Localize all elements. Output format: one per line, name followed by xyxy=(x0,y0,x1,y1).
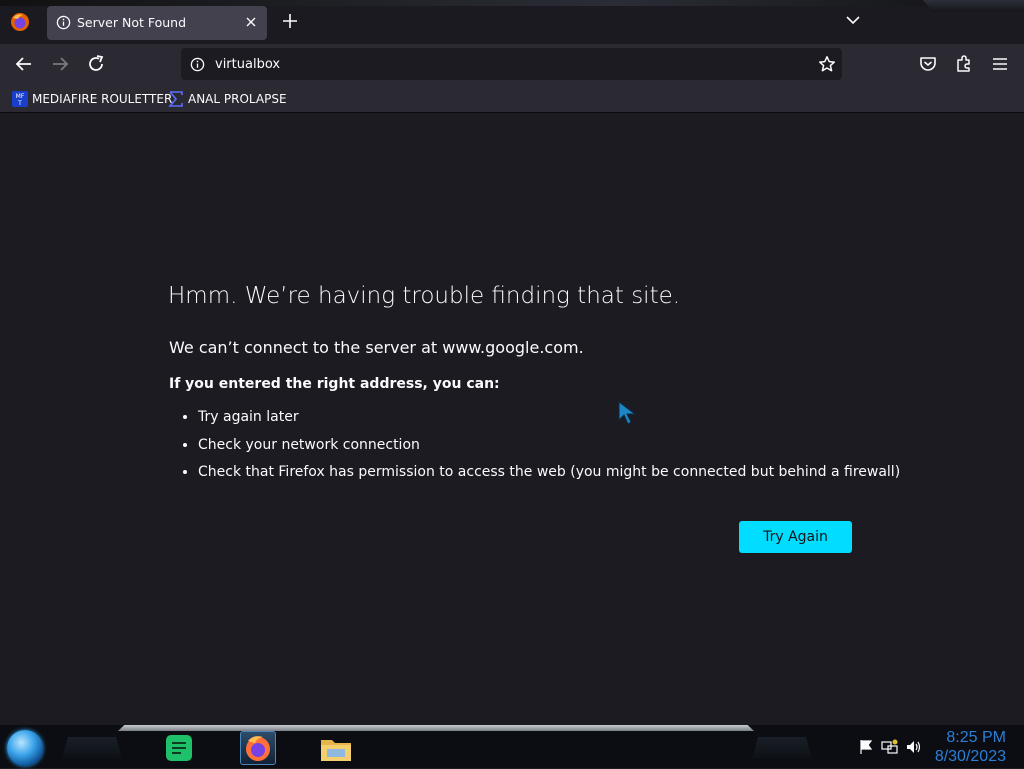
back-arrow-icon[interactable] xyxy=(14,54,34,74)
error-suggestions-list: Try again later Check your network conne… xyxy=(168,409,900,492)
address-bar[interactable]: virtualbox xyxy=(181,48,842,80)
bookmark-anal-prolapse[interactable]: ANAL PROLAPSE xyxy=(168,90,287,108)
notes-app-icon xyxy=(166,735,192,761)
reload-icon[interactable] xyxy=(86,54,106,74)
taskbar-decoration xyxy=(752,737,812,759)
volume-icon[interactable] xyxy=(905,739,923,755)
new-tab-plus-icon[interactable] xyxy=(281,12,299,30)
start-button[interactable] xyxy=(7,730,43,766)
suggestion-item: Check that Firefox has permission to acc… xyxy=(198,464,900,492)
error-title: Hmm. We’re having trouble finding that s… xyxy=(168,283,681,309)
taskbar-app-file-explorer[interactable] xyxy=(318,731,354,765)
bookmark-label: ANAL PROLAPSE xyxy=(188,92,287,106)
svg-text:MF: MF xyxy=(16,93,25,100)
clock-date: 8/30/2023 xyxy=(934,748,1006,765)
close-tab-icon[interactable] xyxy=(245,16,257,28)
flag-icon[interactable] xyxy=(858,739,874,755)
taskbar-shelf-decoration xyxy=(118,725,754,731)
error-suggestions-heading: If you entered the right address, you ca… xyxy=(169,376,500,392)
url-text[interactable]: virtualbox xyxy=(215,57,280,72)
sigma-icon xyxy=(168,91,183,107)
mouse-cursor-icon xyxy=(618,401,637,425)
site-info-icon[interactable] xyxy=(190,57,205,72)
network-icon[interactable] xyxy=(881,739,899,755)
folder-icon xyxy=(321,740,351,761)
tab-server-not-found[interactable]: Server Not Found xyxy=(47,6,267,40)
tab-title: Server Not Found xyxy=(77,15,187,30)
suggestion-item: Check your network connection xyxy=(198,437,900,465)
error-description: We can’t connect to the server at www.go… xyxy=(169,338,584,357)
system-clock[interactable]: 8:25 PM 8/30/2023 xyxy=(935,728,1006,766)
firefox-icon[interactable] xyxy=(10,12,30,32)
taskbar-app-firefox[interactable] xyxy=(240,731,276,765)
clock-time: 8:25 PM xyxy=(946,729,1006,746)
taskbar-decoration xyxy=(62,737,122,759)
bookmark-mediafire-rouletter[interactable]: MF T MEDIAFIRE ROULETTER xyxy=(12,90,172,108)
error-page: Hmm. We’re having trouble finding that s… xyxy=(0,113,1024,725)
pocket-icon[interactable] xyxy=(918,54,938,74)
info-icon xyxy=(56,15,71,30)
mediafire-icon: MF T xyxy=(12,91,28,107)
navigation-toolbar: virtualbox xyxy=(0,44,1024,84)
extensions-puzzle-icon[interactable] xyxy=(954,54,974,74)
bookmarks-toolbar: MF T MEDIAFIRE ROULETTER ANAL PROLAPSE xyxy=(0,84,1024,113)
firefox-taskbar-icon xyxy=(246,736,270,761)
window-corner-decoration xyxy=(922,0,1024,12)
taskbar-app-notes[interactable] xyxy=(161,731,197,765)
try-again-button[interactable]: Try Again xyxy=(739,521,852,553)
hamburger-menu-icon[interactable] xyxy=(990,54,1010,74)
bookmark-label: MEDIAFIRE ROULETTER xyxy=(32,92,173,106)
forward-arrow-icon[interactable] xyxy=(50,54,70,74)
list-all-tabs-chevron-down-icon[interactable] xyxy=(845,14,861,26)
taskbar: 8:25 PM 8/30/2023 xyxy=(0,725,1024,768)
bookmark-star-icon[interactable] xyxy=(818,55,836,73)
suggestion-item: Try again later xyxy=(198,409,900,437)
tab-strip: Server Not Found xyxy=(0,0,1024,44)
svg-text:T: T xyxy=(17,100,22,107)
